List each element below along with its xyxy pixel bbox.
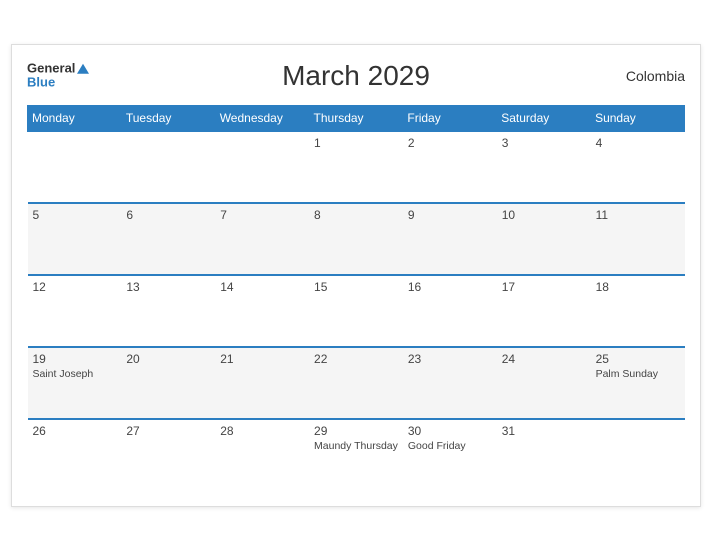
calendar-container: General Blue March 2029 Colombia Monday … <box>11 44 701 507</box>
day-number: 29 <box>314 424 398 438</box>
week-row-5: 26 27 28 29 Maundy Thursday 30 Good Friday 31 <box>28 419 685 491</box>
day-number: 13 <box>126 280 210 294</box>
day-cell: 9 <box>403 203 497 275</box>
day-number: 28 <box>220 424 304 438</box>
day-number: 3 <box>502 136 586 150</box>
event-label: Palm Sunday <box>596 368 680 380</box>
day-number: 20 <box>126 352 210 366</box>
day-cell: 16 <box>403 275 497 347</box>
day-cell: 13 <box>121 275 215 347</box>
event-label: Maundy Thursday <box>314 440 398 452</box>
day-cell: 17 <box>497 275 591 347</box>
day-number: 19 <box>33 352 117 366</box>
day-cell: 27 <box>121 419 215 491</box>
day-cell: 20 <box>121 347 215 419</box>
day-number: 1 <box>314 136 398 150</box>
logo-blue-text: Blue <box>27 76 89 90</box>
day-number: 7 <box>220 208 304 222</box>
day-cell: 10 <box>497 203 591 275</box>
day-number: 22 <box>314 352 398 366</box>
header-saturday: Saturday <box>497 105 591 131</box>
day-cell: 18 <box>591 275 685 347</box>
day-cell: 6 <box>121 203 215 275</box>
day-cell: 14 <box>215 275 309 347</box>
day-cell <box>591 419 685 491</box>
header-tuesday: Tuesday <box>121 105 215 131</box>
day-cell <box>121 131 215 203</box>
week-row-1: 1234 <box>28 131 685 203</box>
day-cell: 28 <box>215 419 309 491</box>
day-number: 18 <box>596 280 680 294</box>
day-number: 12 <box>33 280 117 294</box>
day-cell: 31 <box>497 419 591 491</box>
day-number: 31 <box>502 424 586 438</box>
day-cell <box>215 131 309 203</box>
day-cell: 15 <box>309 275 403 347</box>
day-cell: 24 <box>497 347 591 419</box>
calendar-grid: Monday Tuesday Wednesday Thursday Friday… <box>27 105 685 491</box>
day-number: 8 <box>314 208 398 222</box>
day-number: 5 <box>33 208 117 222</box>
day-cell: 21 <box>215 347 309 419</box>
event-label: Saint Joseph <box>33 368 117 380</box>
day-cell: 7 <box>215 203 309 275</box>
logo-triangle-icon <box>77 63 89 73</box>
day-number: 10 <box>502 208 586 222</box>
week-row-2: 56789 10 11 <box>28 203 685 275</box>
day-number: 4 <box>596 136 680 150</box>
day-cell: 2 <box>403 131 497 203</box>
header-wednesday: Wednesday <box>215 105 309 131</box>
day-number: 27 <box>126 424 210 438</box>
day-cell: 1 <box>309 131 403 203</box>
day-number: 14 <box>220 280 304 294</box>
day-number: 11 <box>596 208 680 222</box>
day-cell: 8 <box>309 203 403 275</box>
event-label: Good Friday <box>408 440 492 452</box>
calendar-header: General Blue March 2029 Colombia <box>27 55 685 97</box>
day-number: 2 <box>408 136 492 150</box>
day-cell <box>28 131 122 203</box>
week-row-4: 19 Saint Joseph 20 21 22 23 24 25 Palm Sunday <box>28 347 685 419</box>
day-cell: 23 <box>403 347 497 419</box>
day-number: 26 <box>33 424 117 438</box>
day-cell: 11 <box>591 203 685 275</box>
day-number: 24 <box>502 352 586 366</box>
day-cell: 29 Maundy Thursday <box>309 419 403 491</box>
day-number: 23 <box>408 352 492 366</box>
day-cell: 26 <box>28 419 122 491</box>
day-cell: 5 <box>28 203 122 275</box>
day-cell: 22 <box>309 347 403 419</box>
day-number: 15 <box>314 280 398 294</box>
calendar-body: 12345678910111213141516171819Saint Josep… <box>28 131 685 491</box>
day-cell: 12 <box>28 275 122 347</box>
header-monday: Monday <box>28 105 122 131</box>
calendar-title: March 2029 <box>282 60 430 92</box>
day-number: 6 <box>126 208 210 222</box>
weekday-header-row: Monday Tuesday Wednesday Thursday Friday… <box>28 105 685 131</box>
day-number: 25 <box>596 352 680 366</box>
day-number: 9 <box>408 208 492 222</box>
day-number: 16 <box>408 280 492 294</box>
logo: General Blue <box>27 61 89 90</box>
country-label: Colombia <box>626 68 685 84</box>
day-number: 30 <box>408 424 492 438</box>
day-cell: 30 Good Friday <box>403 419 497 491</box>
header-thursday: Thursday <box>309 105 403 131</box>
day-cell: 3 <box>497 131 591 203</box>
day-number: 17 <box>502 280 586 294</box>
logo-general-text: General <box>27 61 75 75</box>
day-number: 21 <box>220 352 304 366</box>
day-cell: 25 Palm Sunday <box>591 347 685 419</box>
header-sunday: Sunday <box>591 105 685 131</box>
header-friday: Friday <box>403 105 497 131</box>
week-row-3: 12 13 14 15 16 17 18 <box>28 275 685 347</box>
day-cell: 19 Saint Joseph <box>28 347 122 419</box>
day-cell: 4 <box>591 131 685 203</box>
